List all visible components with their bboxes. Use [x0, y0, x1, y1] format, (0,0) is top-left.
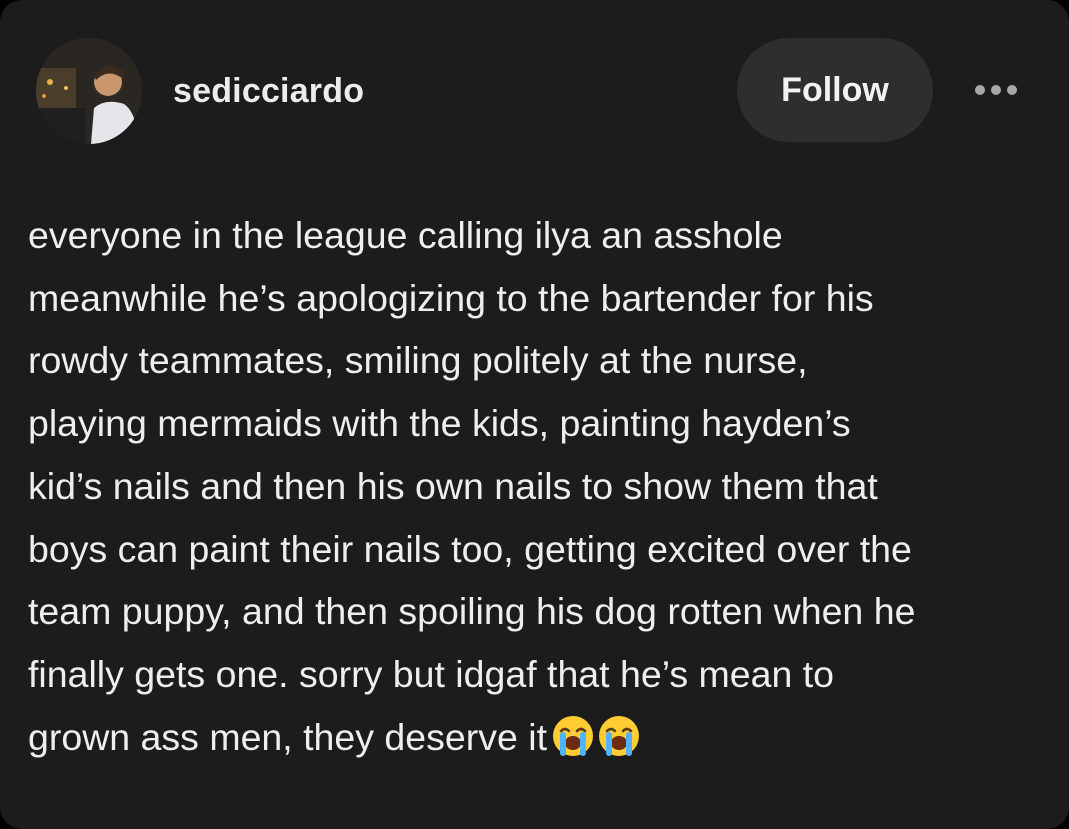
post-text-line: grown ass men, they deserve it: [28, 715, 547, 758]
post-text-line: playing mermaids with the kids, painting…: [28, 402, 851, 445]
post-text-line: kid’s nails and then his own nails to sh…: [28, 464, 878, 507]
post-text-line: meanwhile he’s apologizing to the barten…: [28, 276, 874, 319]
loudly-crying-face-icon: [599, 715, 639, 756]
username[interactable]: sedicciardo: [173, 72, 364, 111]
loudly-crying-face-icon: [553, 715, 593, 756]
post-text-line-last: grown ass men, they deserve it: [28, 706, 1053, 769]
post-text-line: everyone in the league calling ilya an a…: [28, 214, 783, 256]
post-header: sedicciardo Follow: [36, 38, 1036, 144]
post-text-line: boys can paint their nails too, getting …: [28, 527, 912, 570]
post-text-line: finally gets one. sorry but idgaf that h…: [28, 652, 835, 695]
ellipsis-icon-dot: [991, 85, 1001, 95]
more-options-button[interactable]: [966, 74, 1026, 106]
post-card: sedicciardo Follow everyone in the leagu…: [0, 0, 1069, 829]
post-body: everyone in the league calling ilya an a…: [28, 204, 1053, 768]
avatar-photo: [36, 38, 142, 144]
avatar[interactable]: [36, 38, 142, 144]
follow-button[interactable]: Follow: [737, 38, 933, 142]
ellipsis-icon-dot: [1007, 85, 1017, 95]
ellipsis-icon-dot: [975, 85, 985, 95]
post-text-line: team puppy, and then spoiling his dog ro…: [28, 590, 916, 633]
post-text-line: rowdy teammates, smiling politely at the…: [28, 339, 808, 382]
